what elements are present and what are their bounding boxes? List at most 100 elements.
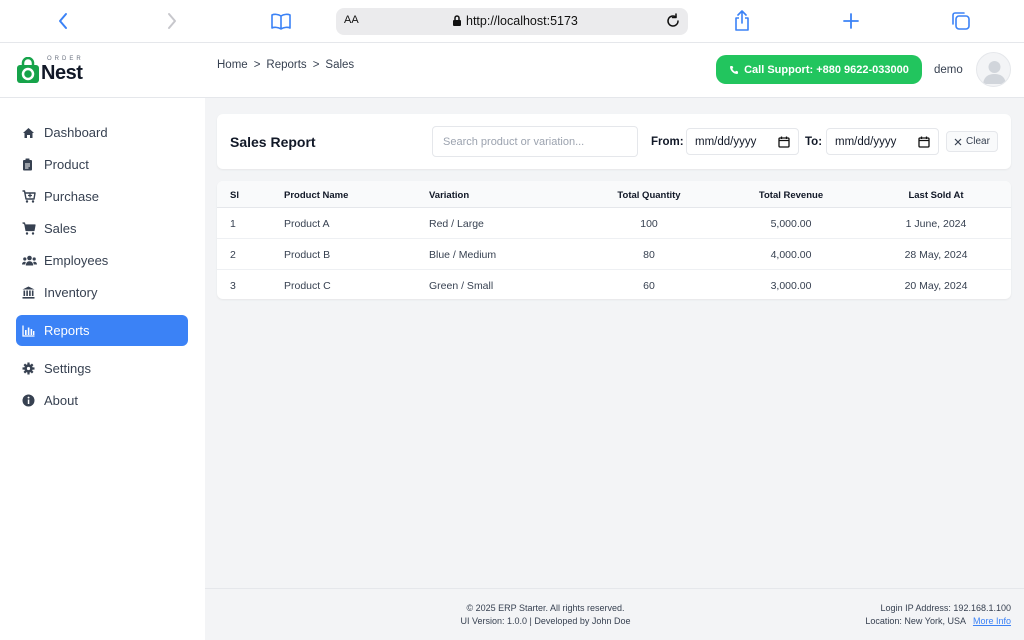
search-input[interactable] bbox=[432, 126, 638, 157]
sidebar-item-label: Reports bbox=[44, 323, 90, 338]
sidebar-item-about[interactable]: About bbox=[16, 385, 188, 416]
clear-button[interactable]: Clear bbox=[946, 131, 998, 152]
users-icon bbox=[16, 255, 44, 266]
bank-icon bbox=[16, 286, 44, 299]
location-line: Location: New York, USA More Info bbox=[865, 616, 1011, 626]
book-icon bbox=[271, 13, 291, 30]
sidebar-item-label: About bbox=[44, 393, 78, 408]
plus-icon bbox=[843, 13, 859, 29]
login-ip-text: Login IP Address: 192.168.1.100 bbox=[880, 603, 1011, 613]
cell-total-revenue: 4,000.00 bbox=[770, 249, 812, 261]
from-date-value: mm/dd/yyyy bbox=[695, 135, 757, 148]
breadcrumb-separator: > bbox=[253, 59, 261, 71]
column-header-sl[interactable]: Sl bbox=[230, 190, 239, 201]
cart-icon bbox=[16, 222, 44, 235]
column-header-product-name[interactable]: Product Name bbox=[284, 190, 348, 201]
sidebar-item-purchase[interactable]: Purchase bbox=[16, 181, 188, 212]
cell-total-revenue: 3,000.00 bbox=[770, 280, 812, 292]
cell-sl: 1 bbox=[230, 218, 236, 230]
chart-icon bbox=[16, 325, 44, 337]
table-row[interactable]: 1 Product A Red / Large 100 5,000.00 1 J… bbox=[217, 208, 1011, 239]
reader-aa-button[interactable]: AA bbox=[344, 14, 359, 26]
table-header: Sl Product Name Variation Total Quantity… bbox=[217, 181, 1011, 208]
clipboard-icon bbox=[16, 158, 44, 171]
column-header-total-quantity[interactable]: Total Quantity bbox=[617, 190, 680, 201]
calendar-icon[interactable] bbox=[918, 136, 930, 148]
close-icon bbox=[954, 138, 962, 145]
logo-text: Nest bbox=[41, 62, 83, 84]
cell-variation: Blue / Medium bbox=[429, 249, 497, 261]
sidebar-item-inventory[interactable]: Inventory bbox=[16, 277, 188, 308]
sidebar-item-label: Purchase bbox=[44, 189, 99, 204]
tabs-button[interactable] bbox=[947, 8, 975, 34]
logo[interactable]: ORDER Nest bbox=[16, 56, 96, 86]
share-button[interactable] bbox=[728, 8, 756, 34]
to-date-value: mm/dd/yyyy bbox=[835, 135, 897, 148]
column-header-last-sold-at[interactable]: Last Sold At bbox=[908, 190, 963, 201]
breadcrumb-home[interactable]: Home bbox=[217, 59, 248, 71]
location-text: Location: New York, USA bbox=[865, 616, 966, 626]
sidebar-item-label: Employees bbox=[44, 253, 109, 268]
more-info-link[interactable]: More Info bbox=[973, 616, 1011, 626]
phone-icon bbox=[730, 65, 739, 74]
cell-product-name: Product A bbox=[284, 218, 330, 230]
user-icon bbox=[983, 61, 1006, 84]
call-support-button[interactable]: Call Support: +880 9622-033000 bbox=[716, 55, 922, 84]
cell-last-sold-at: 28 May, 2024 bbox=[904, 249, 968, 261]
sidebar-item-label: Dashboard bbox=[44, 125, 108, 140]
breadcrumb: Home > Reports > Sales bbox=[217, 59, 354, 71]
app-header: ORDER Nest Home > Reports > Sales Call S… bbox=[0, 43, 1024, 98]
call-support-label: Call Support: +880 9622-033000 bbox=[744, 63, 909, 76]
forward-button[interactable] bbox=[158, 8, 186, 34]
cell-last-sold-at: 20 May, 2024 bbox=[904, 280, 968, 292]
tabs-icon bbox=[952, 12, 970, 30]
sidebar-item-employees[interactable]: Employees bbox=[16, 245, 188, 276]
from-date-field[interactable]: mm/dd/yyyy bbox=[686, 128, 799, 155]
cell-sl: 3 bbox=[230, 280, 236, 292]
table-row[interactable]: 2 Product B Blue / Medium 80 4,000.00 28… bbox=[217, 239, 1011, 270]
chevron-right-icon bbox=[168, 13, 176, 29]
username[interactable]: demo bbox=[934, 64, 963, 76]
avatar[interactable] bbox=[976, 52, 1011, 87]
column-header-variation[interactable]: Variation bbox=[429, 190, 469, 201]
version-text: UI Version: 1.0.0 | Developed by John Do… bbox=[460, 616, 631, 626]
lock-icon bbox=[453, 15, 461, 26]
back-button[interactable] bbox=[49, 8, 77, 34]
sidebar-item-label: Sales bbox=[44, 221, 77, 236]
address-bar[interactable]: AA http://localhost:5173 bbox=[336, 8, 688, 35]
shopping-bag-icon bbox=[17, 57, 39, 83]
cell-sl: 2 bbox=[230, 249, 236, 261]
breadcrumb-separator: > bbox=[312, 59, 320, 71]
sidebar-item-product[interactable]: Product bbox=[16, 149, 188, 180]
sidebar-item-dashboard[interactable]: Dashboard bbox=[16, 117, 188, 148]
cell-variation: Green / Small bbox=[429, 280, 494, 292]
url-text: http://localhost:5173 bbox=[466, 14, 578, 28]
report-header-card: Sales Report From: mm/dd/yyyy To: mm/dd/… bbox=[217, 114, 1011, 169]
column-header-total-revenue[interactable]: Total Revenue bbox=[759, 190, 823, 201]
clear-label: Clear bbox=[966, 136, 990, 147]
breadcrumb-reports[interactable]: Reports bbox=[266, 59, 306, 71]
bookmarks-button[interactable] bbox=[267, 8, 295, 34]
cell-last-sold-at: 1 June, 2024 bbox=[905, 218, 967, 230]
cell-product-name: Product B bbox=[284, 249, 331, 261]
table-row[interactable]: 3 Product C Green / Small 60 3,000.00 20… bbox=[217, 270, 1011, 299]
from-label: From: bbox=[651, 136, 684, 148]
calendar-icon[interactable] bbox=[778, 136, 790, 148]
sidebar-item-reports[interactable]: Reports bbox=[16, 315, 188, 346]
cell-variation: Red / Large bbox=[429, 218, 484, 230]
sidebar-item-label: Inventory bbox=[44, 285, 98, 300]
sidebar-item-sales[interactable]: Sales bbox=[16, 213, 188, 244]
to-date-field[interactable]: mm/dd/yyyy bbox=[826, 128, 939, 155]
cell-total-quantity: 60 bbox=[643, 280, 655, 292]
sidebar-item-label: Product bbox=[44, 157, 89, 172]
info-icon bbox=[16, 394, 44, 407]
sidebar-item-settings[interactable]: Settings bbox=[16, 353, 188, 384]
sidebar-item-label: Settings bbox=[44, 361, 91, 376]
reload-icon[interactable] bbox=[664, 12, 682, 30]
new-tab-button[interactable] bbox=[837, 8, 865, 34]
footer: © 2025 ERP Starter. All rights reserved.… bbox=[205, 588, 1024, 640]
page-title: Sales Report bbox=[230, 134, 316, 150]
browser-toolbar: AA http://localhost:5173 bbox=[0, 0, 1024, 43]
cart-plus-icon bbox=[16, 190, 44, 203]
cell-total-quantity: 80 bbox=[643, 249, 655, 261]
